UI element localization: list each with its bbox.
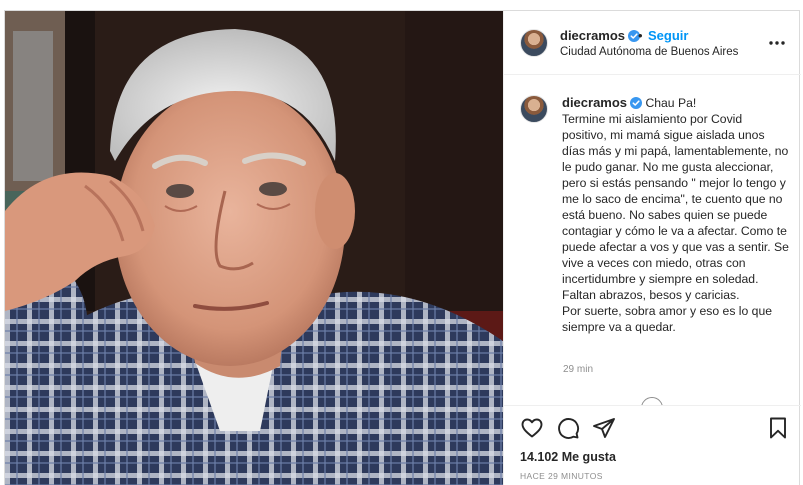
more-options-icon[interactable] bbox=[767, 33, 787, 53]
caption-text: diecramos Chau Pa! Termine mi aislamient… bbox=[562, 95, 790, 335]
instagram-post: diecramos • Seguir Ciudad Autónoma de Bu… bbox=[4, 10, 801, 485]
caption-timestamp: 29 min bbox=[563, 364, 594, 375]
likes-count[interactable]: 14.102 Me gusta bbox=[520, 450, 616, 464]
avatar[interactable] bbox=[520, 29, 548, 57]
likes-number: 14.102 bbox=[520, 450, 559, 464]
separator-dot: • bbox=[638, 28, 643, 43]
bookmark-icon[interactable] bbox=[766, 416, 790, 440]
caption-body: Termine mi aislamiento por Covid positiv… bbox=[562, 112, 789, 334]
verified-badge-icon bbox=[630, 97, 643, 109]
location-link[interactable]: Ciudad Autónoma de Buenos Aires bbox=[560, 46, 738, 58]
post-time-ago: HACE 29 MINUTOS bbox=[520, 471, 603, 481]
elderly-man-photo bbox=[5, 11, 503, 485]
avatar[interactable] bbox=[520, 95, 548, 123]
heart-icon[interactable] bbox=[520, 416, 544, 440]
likes-label: Me gusta bbox=[561, 450, 616, 464]
post-header: diecramos • Seguir Ciudad Autónoma de Bu… bbox=[504, 11, 801, 75]
comment-icon[interactable] bbox=[556, 416, 580, 440]
share-icon[interactable] bbox=[592, 416, 616, 440]
username-link[interactable]: diecramos bbox=[560, 28, 625, 43]
post-side-panel: diecramos • Seguir Ciudad Autónoma de Bu… bbox=[503, 11, 801, 485]
post-photo[interactable] bbox=[5, 11, 503, 485]
follow-button[interactable]: Seguir bbox=[648, 28, 688, 43]
load-more-comments-icon[interactable] bbox=[641, 397, 663, 405]
caption-area: diecramos Chau Pa! Termine mi aislamient… bbox=[504, 75, 801, 405]
caption-title: Chau Pa! bbox=[645, 96, 697, 110]
caption-username[interactable]: diecramos bbox=[562, 95, 627, 110]
action-bar: 14.102 Me gusta HACE 29 MINUTOS bbox=[504, 405, 801, 485]
